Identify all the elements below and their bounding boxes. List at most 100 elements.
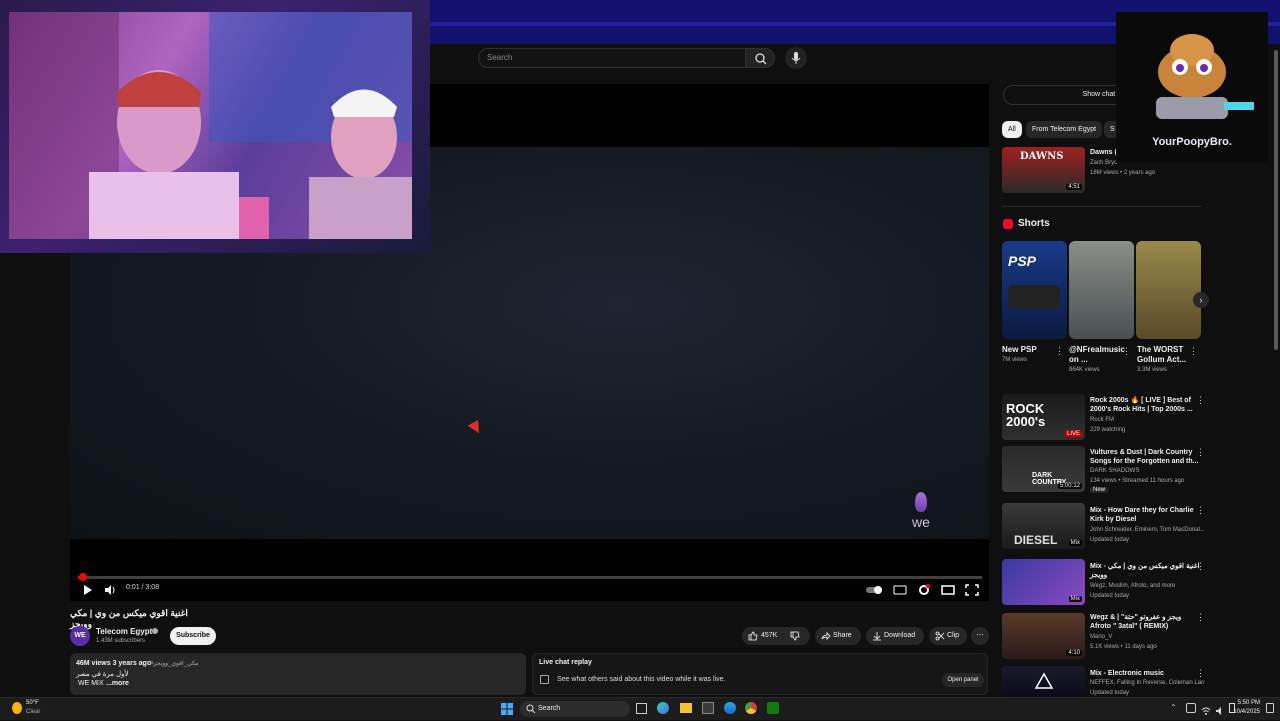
thumbs-down-icon — [790, 631, 800, 641]
captions-button[interactable] — [891, 582, 909, 598]
copilot-icon[interactable] — [657, 702, 669, 714]
show-more-link[interactable]: ...more — [106, 680, 129, 687]
calculator-icon[interactable] — [702, 702, 714, 714]
windows-taskbar: 50°F Clear Search ⌃ 5:50 PM 10/4/2025 — [0, 697, 1280, 720]
clock-date[interactable]: 10/4/2025 — [1230, 709, 1260, 715]
more-options-icon[interactable]: ⋮ — [1196, 668, 1205, 679]
video-duration: 4:10 — [1066, 650, 1082, 656]
open-panel-button[interactable]: Open panel — [942, 673, 984, 687]
chevron-right-icon: › — [1199, 295, 1203, 305]
video-title[interactable]: Wegz & | "ويجز و عفروتو "حتة Afroto " 3a… — [1090, 613, 1200, 631]
we-watermark: we — [903, 492, 939, 538]
description-line: WE MIX — [78, 680, 104, 687]
clip-button[interactable]: Clip — [929, 627, 967, 645]
video-title[interactable]: Mix - How Dare they for Charlie Kirk by … — [1090, 506, 1200, 524]
video-thumbnail[interactable]: 4:10 — [1002, 613, 1085, 659]
channel-name[interactable]: DARK SHADOWS — [1090, 467, 1204, 476]
video-title[interactable]: Vultures & Dust | Dark Country Songs for… — [1090, 448, 1200, 466]
voice-search-button[interactable] — [785, 47, 807, 69]
start-button[interactable] — [500, 702, 514, 716]
search-input[interactable]: Search — [478, 48, 746, 68]
hashtags[interactable]: #مكي_اقوي_وويجز — [150, 660, 199, 667]
fullscreen-button[interactable] — [963, 582, 981, 598]
video-meta: Updated today — [1090, 537, 1130, 543]
autoplay-toggle-icon — [866, 586, 882, 594]
video-thumbnail[interactable] — [1002, 666, 1085, 697]
autoplay-toggle[interactable] — [864, 582, 886, 598]
channel-name[interactable]: Mario_V — [1090, 633, 1204, 642]
more-options-icon[interactable]: ⋮ — [1196, 505, 1205, 516]
volume-tray-icon[interactable] — [1215, 703, 1225, 715]
taskbar-search[interactable]: Search — [520, 701, 630, 717]
short-title[interactable]: The WORST Gollum Act... — [1137, 345, 1191, 365]
more-options-icon[interactable]: ⋮ — [1122, 346, 1131, 357]
more-options-icon[interactable]: ⋮ — [1196, 395, 1205, 406]
video-thumbnail[interactable]: DARK COUNTRY 5:00:12 — [1002, 446, 1085, 492]
file-explorer-icon[interactable] — [680, 703, 692, 713]
short-thumbnail[interactable] — [1136, 241, 1201, 339]
chevron-up-icon[interactable]: ⌃ — [1170, 703, 1177, 712]
edge-icon[interactable] — [724, 702, 736, 714]
subscribe-button[interactable]: Subscribe — [170, 627, 216, 645]
video-thumbnail[interactable]: Mix — [1002, 559, 1085, 605]
settings-button[interactable] — [915, 582, 933, 598]
like-dislike-group: 457K — [742, 627, 810, 645]
search-icon — [755, 53, 767, 65]
volume-icon — [105, 585, 115, 595]
notifications-icon[interactable] — [1266, 703, 1274, 713]
wifi-glyph — [1201, 707, 1211, 715]
wifi-icon[interactable] — [1201, 703, 1211, 715]
channel-avatar[interactable]: WE — [70, 626, 90, 646]
short-title[interactable]: @NFrealmusic on ... — [1069, 345, 1125, 365]
progress-bar[interactable] — [78, 576, 982, 579]
thumbnail-text: DIESEL — [1014, 533, 1058, 547]
task-view-icon[interactable] — [636, 703, 647, 714]
channel-name[interactable]: NEFFEX, Falling In Reverse, Coleman Lan.… — [1090, 679, 1204, 688]
download-label: Download — [884, 632, 916, 639]
short-thumbnail[interactable] — [1069, 241, 1134, 339]
share-icon — [821, 632, 831, 640]
clock-time[interactable]: 5:50 PM — [1236, 700, 1260, 706]
weather-temp[interactable]: 50°F — [26, 700, 39, 706]
theater-mode-button[interactable] — [939, 582, 957, 598]
channel-name[interactable]: John Schneider, Eminem, Tom MacDonal... — [1090, 526, 1204, 535]
live-chat-replay-box — [532, 653, 988, 695]
share-button[interactable]: Share — [815, 627, 861, 645]
video-title[interactable]: Mix - اغنية اقوي ميكس من وي | مكي وويجز — [1090, 562, 1200, 580]
play-icon — [84, 585, 92, 595]
volume-button[interactable] — [101, 582, 119, 598]
chip-from-channel[interactable]: From Telecom Egypt — [1026, 121, 1103, 138]
more-options-icon[interactable]: ⋮ — [1189, 346, 1198, 357]
xbox-icon[interactable] — [767, 702, 779, 714]
more-options-icon[interactable]: ⋮ — [1196, 612, 1205, 623]
short-title[interactable]: New PSP — [1002, 345, 1056, 355]
channel-name[interactable]: Rock FM — [1090, 416, 1204, 425]
taskbar-search-label: Search — [538, 705, 561, 712]
tray-app-icon[interactable] — [1186, 703, 1196, 713]
more-options-icon[interactable]: ⋮ — [1196, 447, 1205, 458]
subscriber-count: 1.43M subscribers — [96, 638, 146, 644]
video-thumbnail[interactable]: ROCK 2000's LIVE — [1002, 394, 1085, 440]
search-button[interactable] — [745, 48, 775, 68]
more-options-icon[interactable]: ⋮ — [1196, 561, 1205, 572]
next-shorts-button[interactable]: › — [1193, 292, 1209, 308]
video-title[interactable]: Mix - Electronic music — [1090, 669, 1200, 678]
progress-scrubber[interactable] — [78, 573, 87, 581]
thumbs-up-icon — [748, 631, 758, 641]
channel-name[interactable]: Wegz, Muslim, Afroto, and more — [1090, 582, 1204, 591]
play-button[interactable] — [78, 582, 96, 598]
chrome-icon[interactable] — [745, 702, 757, 714]
video-title[interactable]: Rock 2000s 🔥 [ LIVE ] Best of 2000's Roc… — [1090, 396, 1200, 414]
chip-all[interactable]: All — [1002, 121, 1022, 138]
download-button[interactable]: Download — [866, 627, 924, 645]
scrollbar-thumb[interactable] — [1274, 50, 1278, 350]
short-thumbnail[interactable]: PSP — [1002, 241, 1067, 339]
streamers-image — [9, 12, 412, 239]
more-actions-button[interactable]: ⋯ — [971, 627, 989, 645]
windows-icon — [501, 703, 513, 715]
more-options-icon[interactable]: ⋮ — [1055, 346, 1064, 357]
neffex-logo-icon — [1034, 672, 1054, 689]
channel-name[interactable]: Telecom Egypt — [96, 627, 152, 636]
video-thumbnail[interactable]: DAWNS 4:51 — [1002, 147, 1085, 193]
video-thumbnail[interactable]: DIESEL Mix — [1002, 503, 1085, 549]
